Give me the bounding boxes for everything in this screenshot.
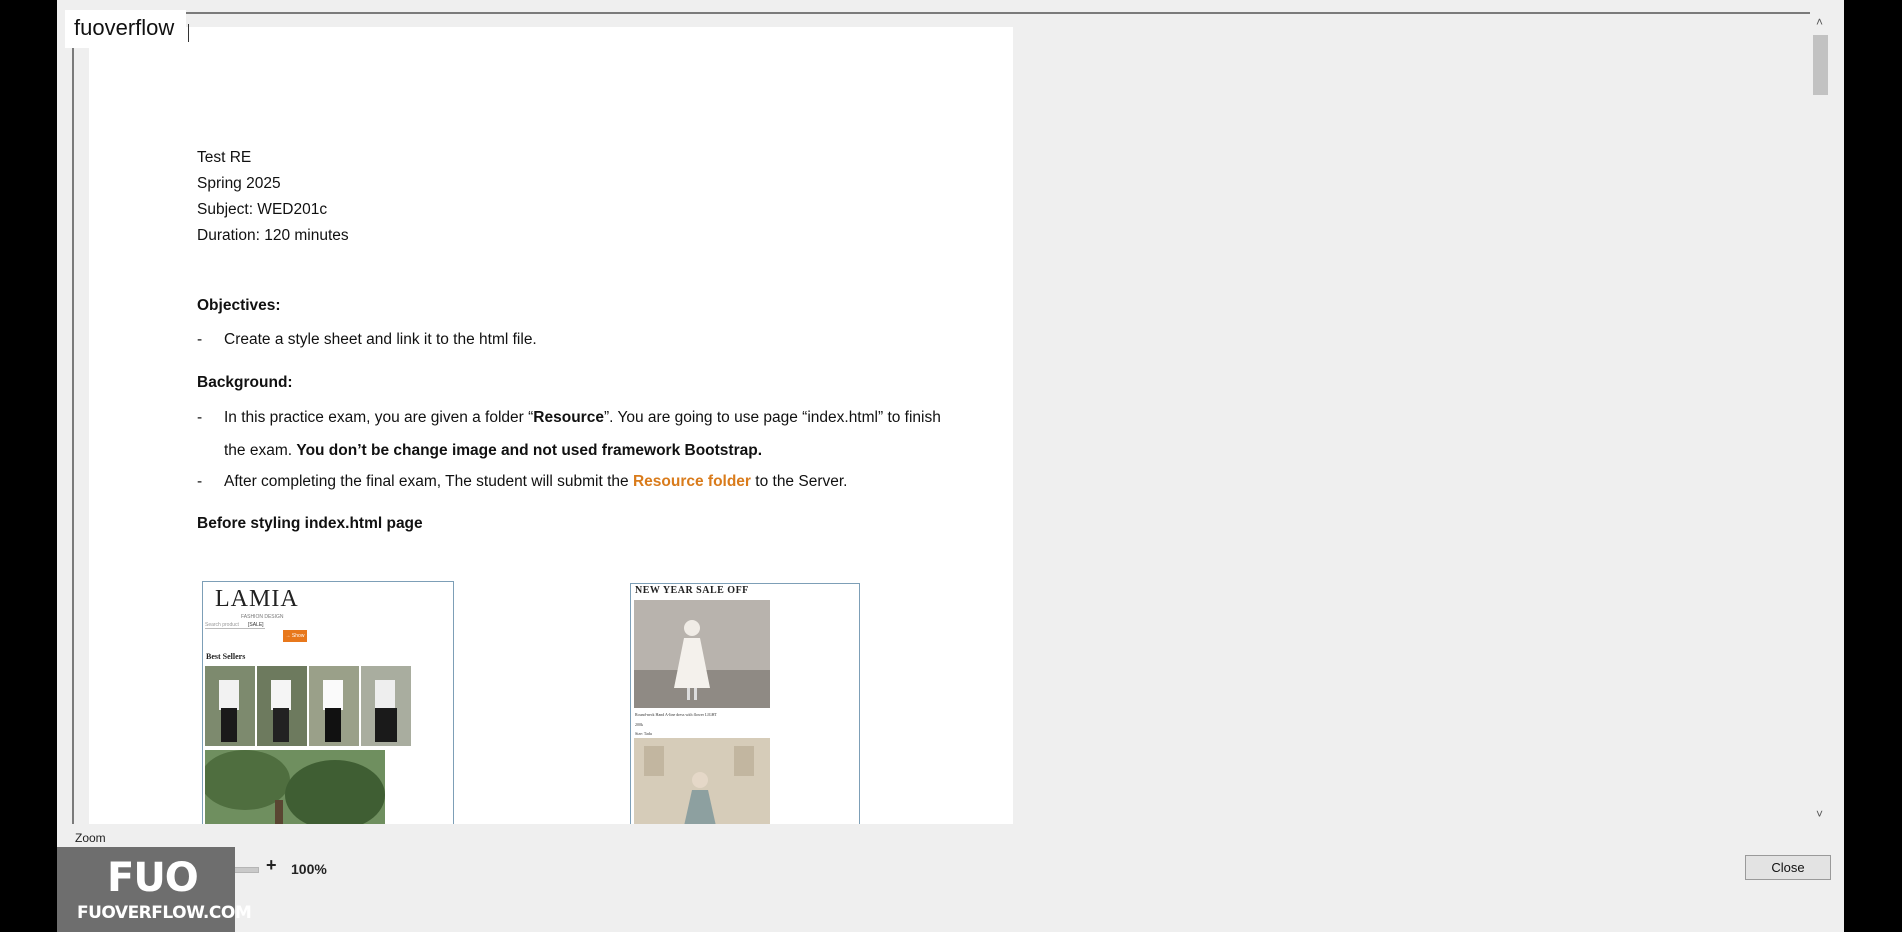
scroll-up-arrow-icon[interactable]: ˄	[1810, 12, 1829, 32]
document-page[interactable]: Test RE Spring 2025 Subject: WED201c Dur…	[89, 27, 1013, 824]
watermark-logo: FUO	[107, 855, 199, 901]
text-caret	[188, 24, 189, 42]
mini-show-button: → Show	[283, 630, 307, 642]
bullet-dash: -	[197, 409, 203, 426]
lamia-logo: LAMIA	[215, 586, 299, 612]
dress-photo-1	[634, 600, 770, 708]
objectives-item: - Create a style sheet and link it to th…	[197, 327, 957, 353]
product-size: Size: Tadu	[635, 731, 652, 736]
scroll-thumb[interactable]	[1813, 35, 1828, 95]
index-page-screenshot-2: NEW YEAR SALE OFF Round-neck Hand A-line…	[630, 583, 860, 824]
doc-header-line: Spring 2025	[197, 175, 281, 192]
doc-header-line: Subject: WED201c	[197, 201, 328, 218]
bullet-dash: -	[197, 331, 203, 348]
best-sellers-heading: Best Sellers	[206, 652, 246, 661]
background-item: - In this practice exam, you are given a…	[197, 401, 957, 467]
sale-title: NEW YEAR SALE OFF	[635, 585, 749, 596]
best-sellers-photos	[205, 666, 411, 746]
scroll-down-arrow-icon[interactable]: ˅	[1810, 804, 1829, 824]
mini-sale-text: [SALE]	[248, 622, 264, 628]
document-content: Test RE Spring 2025 Subject: WED201c Dur…	[197, 145, 957, 537]
watermark: FUO FUOVERFLOW.COM	[57, 847, 252, 932]
doc-header-line: Duration: 120 minutes	[197, 227, 349, 244]
logo-tagline: FASHION DESIGN	[241, 614, 284, 620]
product-price: 200k	[635, 722, 643, 727]
window-title: fuoverflow	[65, 10, 187, 48]
before-styling-heading: Before styling index.html page	[197, 515, 423, 532]
viewer-window: Test RE Spring 2025 Subject: WED201c Dur…	[57, 0, 1844, 932]
objectives-heading: Objectives:	[197, 297, 281, 314]
resource-folder-highlight: Resource folder	[632, 473, 751, 490]
zoom-label: Zoom	[75, 831, 106, 845]
watermark-text: FUOVERFLOW.COM	[77, 903, 252, 923]
frame-top-border	[72, 12, 1814, 14]
zoom-value: 100%	[291, 861, 327, 877]
resource-word: Resource	[533, 409, 604, 426]
frame-left-border	[72, 12, 74, 824]
rule-text: You don’t be change image and not used f…	[296, 442, 763, 459]
doc-header-line: Test RE	[197, 149, 252, 166]
product-caption: Round-neck Hand A-line dress with flower…	[635, 712, 717, 717]
zoom-in-button[interactable]: +	[266, 855, 277, 876]
background-heading: Background:	[197, 374, 293, 391]
bullet-dash: -	[197, 473, 203, 490]
vertical-scrollbar[interactable]: ˄ ˅	[1810, 12, 1829, 825]
background-item: - After completing the final exam, The s…	[197, 469, 957, 495]
banner-photo	[205, 750, 385, 824]
dress-photo-2	[634, 738, 770, 824]
index-page-screenshot-1: LAMIA FASHION DESIGN Search product [SAL…	[202, 581, 454, 824]
close-button[interactable]: Close	[1745, 855, 1831, 880]
